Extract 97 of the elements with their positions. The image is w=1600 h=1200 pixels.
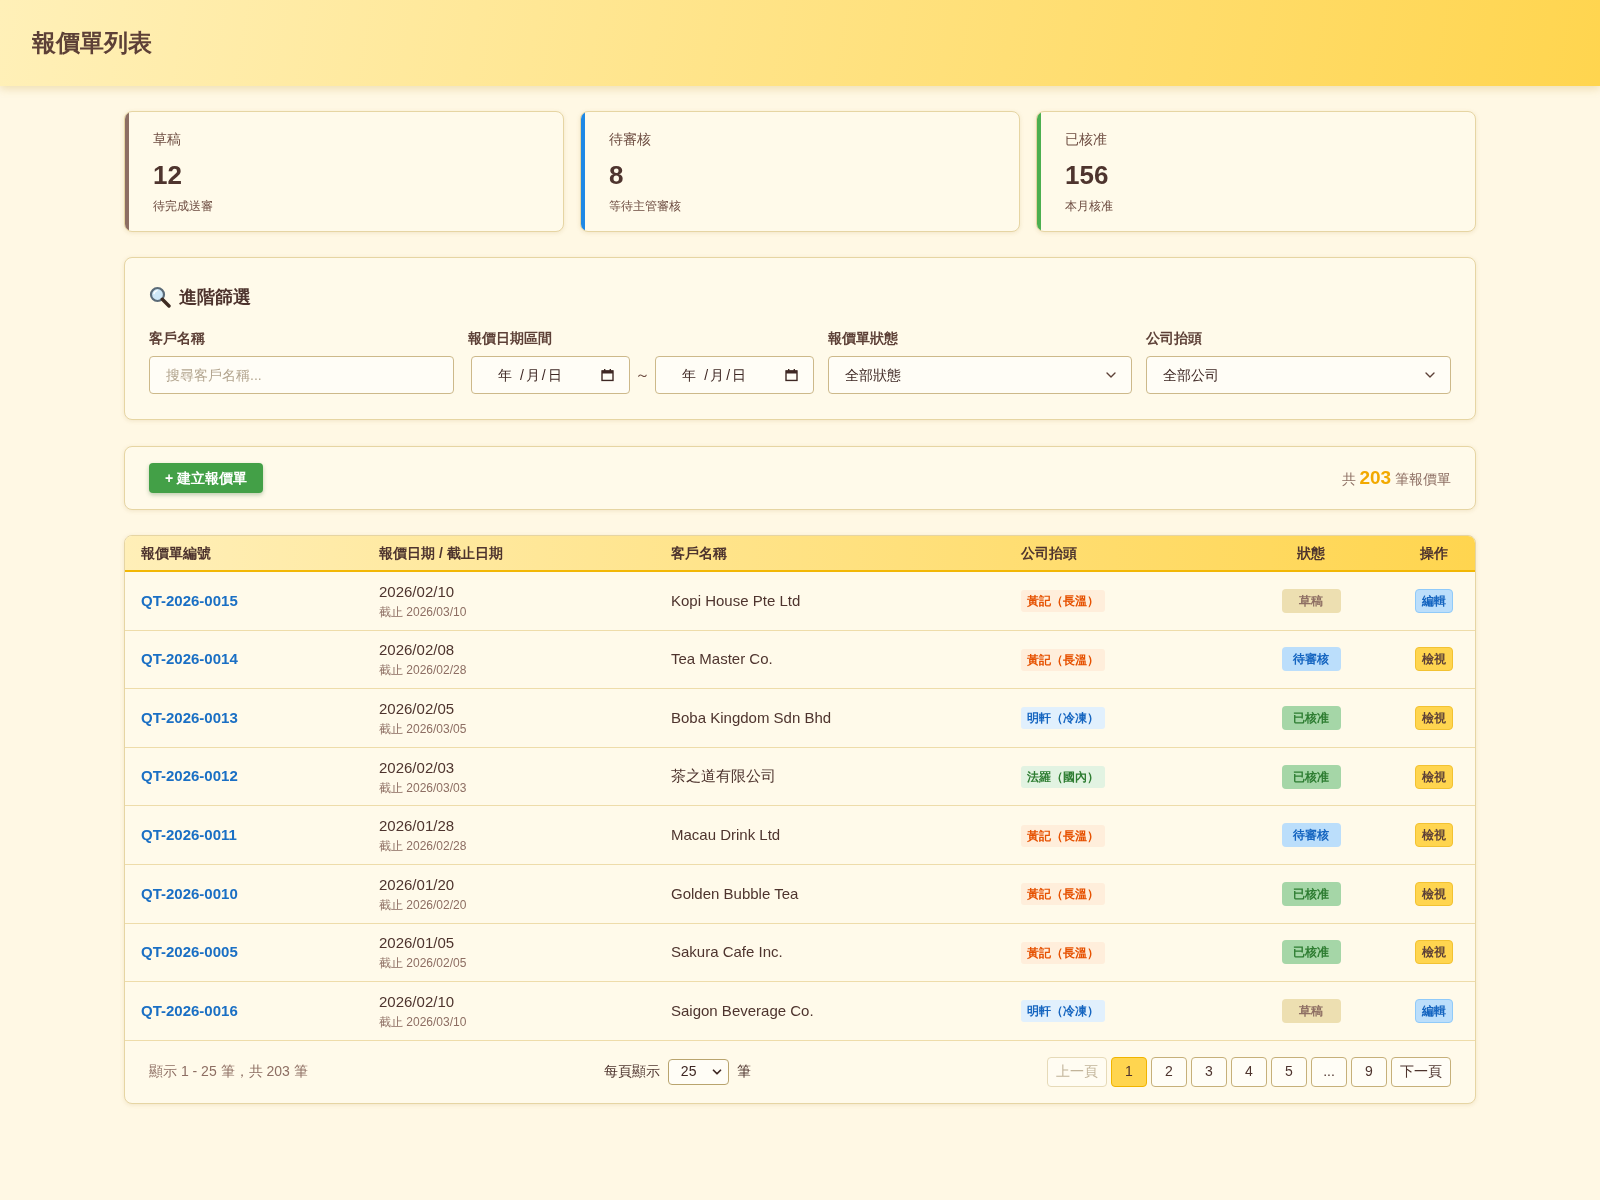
company-tag: 法羅（國內）: [1021, 766, 1105, 789]
status-badge: 草稿: [1281, 998, 1341, 1023]
company-tag: 明軒（冷凍）: [1021, 1000, 1105, 1023]
magnifier-icon: [149, 286, 171, 308]
customer-name: Sakura Cafe Inc.: [671, 943, 783, 961]
quote-date: 2026/02/10: [379, 991, 455, 1012]
field-label: 公司抬頭: [1146, 329, 1203, 348]
column-header: 報價單編號: [140, 543, 211, 563]
customer-name: Tea Master Co.: [671, 650, 773, 668]
stat-value: 12: [153, 159, 183, 192]
deadline-date: 截止 2026/02/20: [379, 896, 467, 913]
deadline-date: 截止 2026/02/28: [379, 662, 467, 679]
customer-name: Kopi House Pte Ltd: [671, 591, 801, 609]
quote-id-link[interactable]: QT-2026-0013: [141, 708, 238, 726]
deadline-date: 截止 2026/03/03: [379, 779, 467, 796]
quote-id-link[interactable]: QT-2026-0005: [141, 943, 238, 961]
quote-id-link[interactable]: QT-2026-0011: [141, 825, 237, 843]
quote-date: 2026/02/03: [379, 757, 455, 778]
pagination-summary: 顯示 1 - 25 筆，共 203 筆: [149, 1062, 308, 1082]
status-badge: 待審核: [1281, 823, 1341, 848]
stat-value: 156: [1065, 159, 1110, 192]
column-header: 操作: [1420, 543, 1448, 563]
stat-label: 已核准: [1065, 130, 1108, 149]
view-button[interactable]: 檢視: [1415, 764, 1453, 789]
quote-id-link[interactable]: QT-2026-0016: [141, 1001, 238, 1019]
deadline-date: 截止 2026/03/10: [379, 603, 467, 620]
column-header: 公司抬頭: [1020, 543, 1077, 563]
view-button[interactable]: 檢視: [1415, 647, 1453, 672]
status-badge: 已核准: [1281, 940, 1341, 965]
page-button[interactable]: 9: [1351, 1056, 1387, 1087]
company-tag: 黃記（長溫）: [1021, 824, 1105, 847]
quote-id-link[interactable]: QT-2026-0015: [141, 591, 238, 609]
company-tag: 黃記（長溫）: [1021, 648, 1105, 671]
page-button[interactable]: 3: [1191, 1056, 1227, 1087]
dropdown-select[interactable]: 全部狀態: [828, 356, 1132, 394]
edit-button[interactable]: 編輯: [1415, 998, 1453, 1023]
stat-note: 待完成送審: [153, 198, 213, 214]
quote-date: 2026/01/05: [379, 933, 455, 954]
customer-name: Boba Kingdom Sdn Bhd: [671, 708, 832, 726]
filter-title: 進階篩選: [179, 286, 251, 309]
quote-date: 2026/02/08: [379, 640, 455, 661]
field-label: 報價日期區間: [468, 329, 553, 348]
stat-note: 等待主管審核: [609, 198, 681, 214]
page-size-select[interactable]: 25: [667, 1058, 729, 1085]
status-badge: 已核准: [1281, 764, 1341, 789]
view-button[interactable]: 檢視: [1415, 706, 1453, 730]
page-button[interactable]: 2: [1151, 1056, 1187, 1087]
page-button[interactable]: 4: [1231, 1056, 1267, 1087]
page-button[interactable]: 5: [1271, 1056, 1307, 1087]
deadline-date: 截止 2026/03/05: [379, 721, 467, 737]
quote-date: 2026/02/10: [379, 581, 455, 602]
dropdown-select[interactable]: 全部公司: [1146, 356, 1451, 394]
column-header: 狀態: [1297, 543, 1325, 563]
field-label: 客戶名稱: [149, 329, 206, 348]
quote-id-link[interactable]: QT-2026-0014: [141, 650, 238, 668]
status-badge: 已核准: [1281, 881, 1341, 906]
quote-date: 2026/01/20: [379, 874, 455, 895]
quote-date: 2026/01/28: [379, 816, 455, 837]
view-button[interactable]: 檢視: [1415, 823, 1453, 848]
deadline-date: 截止 2026/03/10: [379, 1013, 467, 1030]
status-badge: 待審核: [1281, 647, 1341, 672]
field-label: 報價單狀態: [828, 329, 899, 348]
status-badge: 已核准: [1281, 706, 1341, 730]
stat-value: 8: [609, 159, 625, 192]
page-button[interactable]: ...: [1311, 1056, 1347, 1087]
company-tag: 黃記（長溫）: [1021, 883, 1105, 906]
total-count-text: 共 203 筆報價單: [1341, 465, 1451, 490]
company-tag: 黃記（長溫）: [1021, 941, 1105, 964]
column-header: 客戶名稱: [670, 543, 727, 563]
view-button[interactable]: 檢視: [1415, 940, 1453, 965]
deadline-date: 截止 2026/02/28: [379, 838, 467, 855]
next-page-button[interactable]: 下一頁: [1391, 1056, 1451, 1087]
date-field[interactable]: 年 /月/日: [655, 356, 814, 394]
date-field[interactable]: 年 /月/日: [471, 356, 630, 394]
status-badge: 草稿: [1281, 588, 1341, 613]
quote-date: 2026/02/05: [379, 699, 455, 719]
company-tag: 明軒（冷凍）: [1021, 707, 1105, 730]
edit-button[interactable]: 編輯: [1415, 588, 1453, 613]
column-header: 報價日期 / 截止日期: [378, 543, 503, 563]
customer-name: Golden Bubble Tea: [671, 884, 799, 902]
stat-label: 待審核: [609, 130, 652, 149]
customer-name: Saigon Beverage Co.: [671, 1001, 814, 1019]
page-size-unit: 筆: [736, 1062, 751, 1082]
stat-label: 草稿: [153, 130, 182, 149]
range-separator: ～: [634, 364, 651, 385]
quote-id-link[interactable]: QT-2026-0010: [141, 884, 238, 902]
deadline-date: 截止 2026/02/05: [379, 955, 467, 972]
page-title: 報價單列表: [32, 28, 152, 58]
page-size-label: 每頁顯示: [603, 1062, 660, 1082]
company-tag: 黃記（長溫）: [1021, 590, 1105, 613]
quote-id-link[interactable]: QT-2026-0012: [141, 767, 238, 785]
page-button[interactable]: 1: [1111, 1056, 1147, 1087]
customer-name: Macau Drink Ltd: [671, 825, 781, 843]
view-button[interactable]: 檢視: [1415, 881, 1453, 906]
customer-name: 茶之道有限公司: [671, 767, 776, 785]
customer-search-field[interactable]: 搜尋客戶名稱...: [149, 356, 454, 394]
stat-note: 本月核准: [1065, 198, 1113, 214]
